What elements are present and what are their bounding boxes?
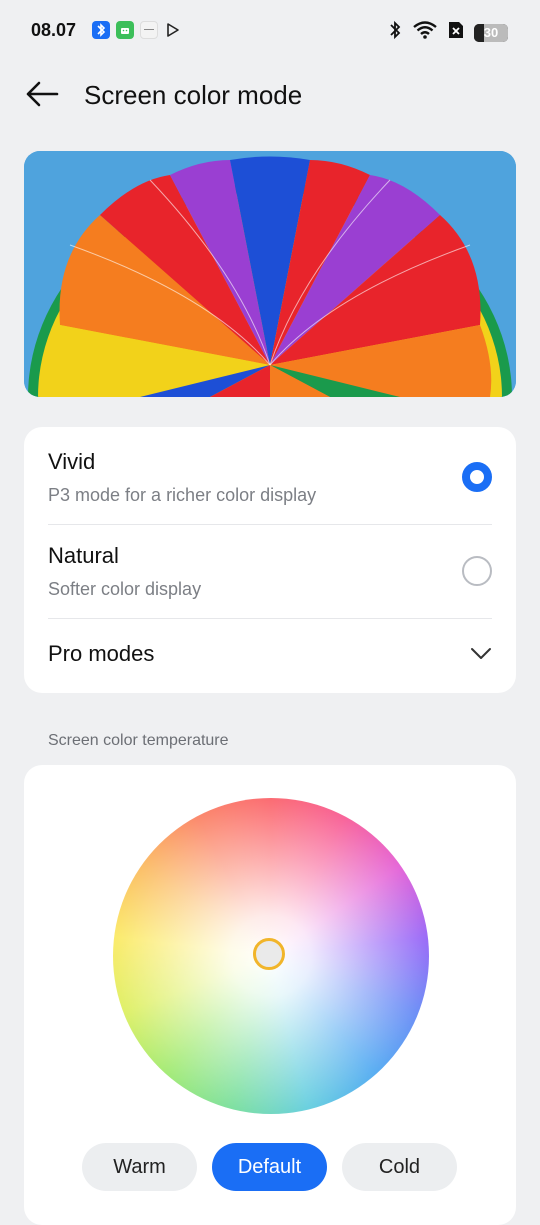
mode-option-vivid[interactable]: Vivid P3 mode for a richer color display [48, 449, 492, 513]
preview-image [24, 151, 516, 397]
warm-button[interactable]: Warm [82, 1143, 197, 1191]
page-title: Screen color mode [84, 80, 303, 110]
notification-app-icon [140, 21, 158, 39]
pro-modes-label: Pro modes [48, 641, 155, 666]
arrow-left-icon [26, 81, 59, 107]
color-temperature-card: Warm Default Cold [24, 765, 516, 1225]
radio-selected[interactable] [462, 462, 492, 492]
cold-button[interactable]: Cold [342, 1143, 457, 1191]
battery-icon: 30 [474, 23, 508, 42]
mode-title: Natural [48, 543, 119, 568]
play-store-icon [164, 21, 182, 39]
radio-unselected[interactable] [462, 556, 492, 586]
mode-subtitle: Softer color display [48, 579, 202, 599]
android-app-icon [116, 21, 134, 39]
pro-modes-row[interactable]: Pro modes [48, 641, 492, 675]
divider [48, 618, 492, 619]
status-time: 08.07 [31, 20, 77, 40]
back-button[interactable] [22, 76, 62, 112]
battery-percent: 30 [483, 25, 499, 40]
default-button[interactable]: Default [212, 1143, 327, 1191]
status-right-icons: 30 [388, 20, 508, 45]
temperature-presets: Warm Default Cold [82, 1143, 457, 1191]
status-bar: 08.07 30 [0, 0, 540, 62]
mode-title: Vivid [48, 449, 96, 474]
chevron-down-icon [471, 648, 491, 659]
bluetooth-app-icon [92, 21, 110, 39]
color-mode-card: Vivid P3 mode for a richer color display… [24, 427, 516, 693]
mode-subtitle: P3 mode for a richer color display [48, 485, 317, 505]
section-label-temperature: Screen color temperature [48, 732, 229, 749]
header: Screen color mode [0, 62, 540, 128]
wifi-icon [412, 20, 438, 45]
notification-icons [92, 21, 182, 39]
battery-level [474, 23, 485, 42]
bluetooth-icon [388, 20, 402, 45]
no-sim-icon [448, 20, 464, 45]
mode-option-natural[interactable]: Natural Softer color display [48, 543, 492, 607]
divider [48, 524, 492, 525]
color-wheel-handle[interactable] [253, 938, 285, 970]
